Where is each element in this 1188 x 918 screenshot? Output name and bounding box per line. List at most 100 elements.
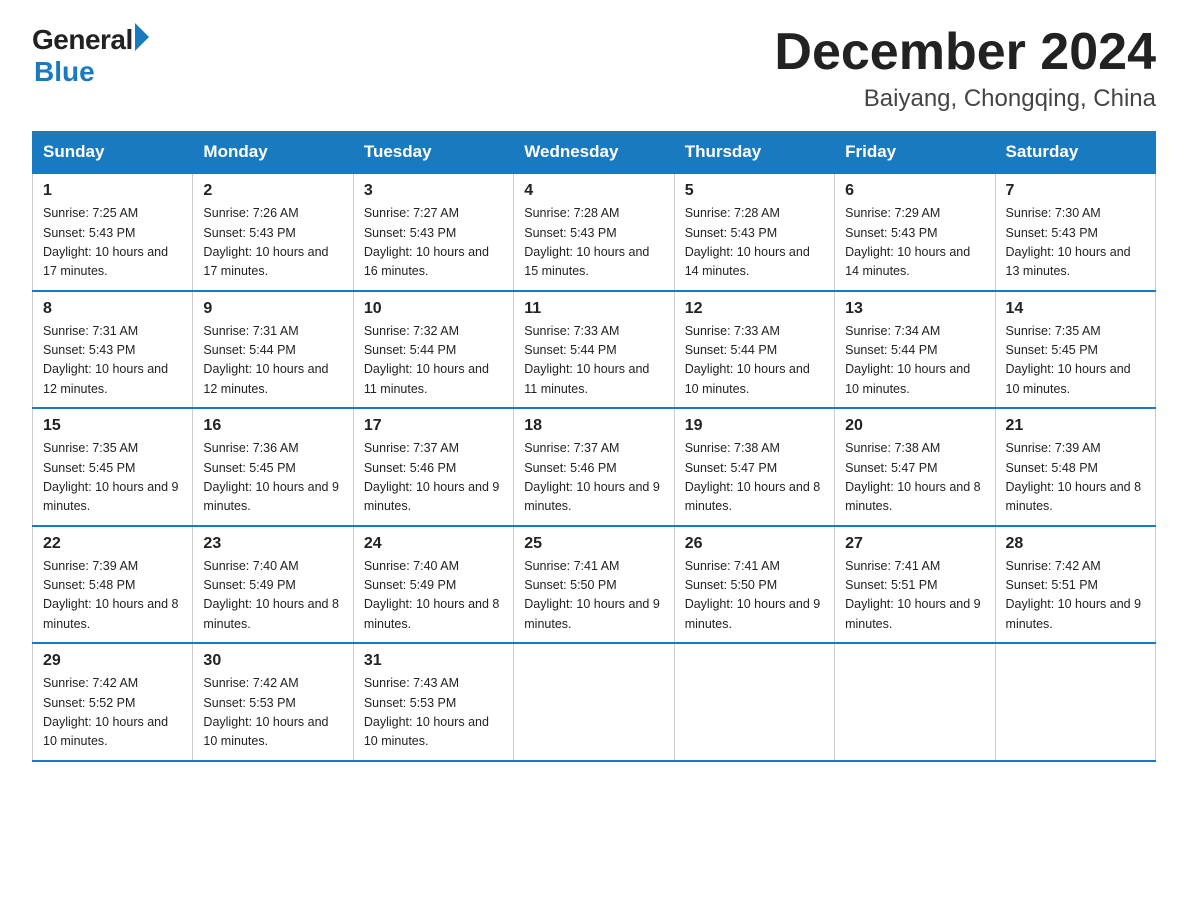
day-info: Sunrise: 7:28 AMSunset: 5:43 PMDaylight:… — [685, 204, 824, 282]
calendar-header-thursday: Thursday — [674, 132, 834, 174]
calendar-day-cell: 7 Sunrise: 7:30 AMSunset: 5:43 PMDaylight… — [995, 173, 1155, 291]
calendar-day-cell: 15 Sunrise: 7:35 AMSunset: 5:45 PMDayligh… — [33, 408, 193, 526]
day-info: Sunrise: 7:37 AMSunset: 5:46 PMDaylight:… — [524, 439, 663, 517]
calendar-table: SundayMondayTuesdayWednesdayThursdayFrid… — [32, 131, 1156, 762]
day-info: Sunrise: 7:32 AMSunset: 5:44 PMDaylight:… — [364, 322, 503, 400]
day-number: 26 — [685, 535, 824, 553]
calendar-day-cell: 24Sunrise: 7:40 AMSunset: 5:49 PMDayligh… — [353, 526, 513, 644]
calendar-day-cell: 14 Sunrise: 7:35 AMSunset: 5:45 PMDayligh… — [995, 291, 1155, 409]
day-info: Sunrise: 7:31 AMSunset: 5:43 PMDaylight:… — [43, 322, 182, 400]
calendar-day-cell: 29 Sunrise: 7:42 AMSunset: 5:52 PMDayligh… — [33, 643, 193, 761]
calendar-day-cell: 6 Sunrise: 7:29 AMSunset: 5:43 PMDaylight… — [835, 173, 995, 291]
logo-triangle-icon — [135, 23, 149, 51]
month-title: December 2024 — [774, 24, 1156, 81]
calendar-day-cell: 16 Sunrise: 7:36 AMSunset: 5:45 PMDayligh… — [193, 408, 353, 526]
calendar-day-cell: 21 Sunrise: 7:39 AMSunset: 5:48 PMDayligh… — [995, 408, 1155, 526]
day-number: 18 — [524, 417, 663, 435]
day-number: 25 — [524, 535, 663, 553]
title-block: December 2024 Baiyang, Chongqing, China — [774, 24, 1156, 113]
day-number: 15 — [43, 417, 182, 435]
day-info: Sunrise: 7:43 AMSunset: 5:53 PMDaylight:… — [364, 674, 503, 752]
day-info: Sunrise: 7:35 AMSunset: 5:45 PMDaylight:… — [43, 439, 182, 517]
calendar-day-cell — [674, 643, 834, 761]
day-number: 12 — [685, 300, 824, 318]
day-number: 22 — [43, 535, 182, 553]
logo-general-text: General — [32, 24, 133, 56]
calendar-day-cell: 27Sunrise: 7:41 AMSunset: 5:51 PMDayligh… — [835, 526, 995, 644]
day-info: Sunrise: 7:41 AMSunset: 5:51 PMDaylight:… — [845, 557, 984, 635]
day-number: 16 — [203, 417, 342, 435]
calendar-day-cell: 17 Sunrise: 7:37 AMSunset: 5:46 PMDayligh… — [353, 408, 513, 526]
day-info: Sunrise: 7:37 AMSunset: 5:46 PMDaylight:… — [364, 439, 503, 517]
day-info: Sunrise: 7:41 AMSunset: 5:50 PMDaylight:… — [524, 557, 663, 635]
calendar-day-cell: 4Sunrise: 7:28 AMSunset: 5:43 PMDaylight… — [514, 173, 674, 291]
day-number: 21 — [1006, 417, 1145, 435]
calendar-day-cell: 20Sunrise: 7:38 AMSunset: 5:47 PMDayligh… — [835, 408, 995, 526]
day-number: 9 — [203, 300, 342, 318]
day-number: 5 — [685, 182, 824, 200]
day-number: 19 — [685, 417, 824, 435]
day-number: 28 — [1006, 535, 1145, 553]
day-info: Sunrise: 7:34 AMSunset: 5:44 PMDaylight:… — [845, 322, 984, 400]
day-number: 31 — [364, 652, 503, 670]
day-info: Sunrise: 7:25 AMSunset: 5:43 PMDaylight:… — [43, 204, 182, 282]
day-number: 6 — [845, 182, 984, 200]
calendar-week-row: 15 Sunrise: 7:35 AMSunset: 5:45 PMDayligh… — [33, 408, 1156, 526]
day-number: 23 — [203, 535, 342, 553]
page-header: General Blue December 2024 Baiyang, Chon… — [32, 24, 1156, 113]
logo-blue-text: Blue — [34, 56, 95, 88]
day-number: 7 — [1006, 182, 1145, 200]
calendar-day-cell — [835, 643, 995, 761]
day-info: Sunrise: 7:41 AMSunset: 5:50 PMDaylight:… — [685, 557, 824, 635]
day-info: Sunrise: 7:35 AMSunset: 5:45 PMDaylight:… — [1006, 322, 1145, 400]
day-info: Sunrise: 7:30 AMSunset: 5:43 PMDaylight:… — [1006, 204, 1145, 282]
day-info: Sunrise: 7:38 AMSunset: 5:47 PMDaylight:… — [685, 439, 824, 517]
day-info: Sunrise: 7:29 AMSunset: 5:43 PMDaylight:… — [845, 204, 984, 282]
day-number: 11 — [524, 300, 663, 318]
day-number: 1 — [43, 182, 182, 200]
day-number: 3 — [364, 182, 503, 200]
day-info: Sunrise: 7:40 AMSunset: 5:49 PMDaylight:… — [203, 557, 342, 635]
day-info: Sunrise: 7:27 AMSunset: 5:43 PMDaylight:… — [364, 204, 503, 282]
day-number: 24 — [364, 535, 503, 553]
calendar-day-cell: 22Sunrise: 7:39 AMSunset: 5:48 PMDayligh… — [33, 526, 193, 644]
calendar-day-cell: 26 Sunrise: 7:41 AMSunset: 5:50 PMDayligh… — [674, 526, 834, 644]
calendar-day-cell: 23 Sunrise: 7:40 AMSunset: 5:49 PMDayligh… — [193, 526, 353, 644]
day-number: 14 — [1006, 300, 1145, 318]
day-number: 4 — [524, 182, 663, 200]
day-info: Sunrise: 7:38 AMSunset: 5:47 PMDaylight:… — [845, 439, 984, 517]
calendar-day-cell: 19 Sunrise: 7:38 AMSunset: 5:47 PMDayligh… — [674, 408, 834, 526]
calendar-day-cell: 28Sunrise: 7:42 AMSunset: 5:51 PMDayligh… — [995, 526, 1155, 644]
calendar-day-cell: 12 Sunrise: 7:33 AMSunset: 5:44 PMDayligh… — [674, 291, 834, 409]
calendar-header-saturday: Saturday — [995, 132, 1155, 174]
day-info: Sunrise: 7:42 AMSunset: 5:52 PMDaylight:… — [43, 674, 182, 752]
calendar-week-row: 22Sunrise: 7:39 AMSunset: 5:48 PMDayligh… — [33, 526, 1156, 644]
day-info: Sunrise: 7:31 AMSunset: 5:44 PMDaylight:… — [203, 322, 342, 400]
day-number: 29 — [43, 652, 182, 670]
day-info: Sunrise: 7:36 AMSunset: 5:45 PMDaylight:… — [203, 439, 342, 517]
day-number: 8 — [43, 300, 182, 318]
location-title: Baiyang, Chongqing, China — [774, 85, 1156, 113]
calendar-week-row: 8 Sunrise: 7:31 AMSunset: 5:43 PMDaylight… — [33, 291, 1156, 409]
day-info: Sunrise: 7:33 AMSunset: 5:44 PMDaylight:… — [685, 322, 824, 400]
calendar-header-sunday: Sunday — [33, 132, 193, 174]
day-number: 30 — [203, 652, 342, 670]
calendar-day-cell: 25 Sunrise: 7:41 AMSunset: 5:50 PMDayligh… — [514, 526, 674, 644]
calendar-day-cell: 13 Sunrise: 7:34 AMSunset: 5:44 PMDayligh… — [835, 291, 995, 409]
calendar-day-cell: 3 Sunrise: 7:27 AMSunset: 5:43 PMDaylight… — [353, 173, 513, 291]
calendar-day-cell: 2 Sunrise: 7:26 AMSunset: 5:43 PMDaylight… — [193, 173, 353, 291]
day-info: Sunrise: 7:26 AMSunset: 5:43 PMDaylight:… — [203, 204, 342, 282]
day-number: 2 — [203, 182, 342, 200]
day-info: Sunrise: 7:33 AMSunset: 5:44 PMDaylight:… — [524, 322, 663, 400]
calendar-day-cell — [995, 643, 1155, 761]
day-number: 13 — [845, 300, 984, 318]
day-info: Sunrise: 7:39 AMSunset: 5:48 PMDaylight:… — [1006, 439, 1145, 517]
calendar-day-cell: 5 Sunrise: 7:28 AMSunset: 5:43 PMDaylight… — [674, 173, 834, 291]
calendar-header-friday: Friday — [835, 132, 995, 174]
calendar-day-cell: 9 Sunrise: 7:31 AMSunset: 5:44 PMDaylight… — [193, 291, 353, 409]
day-number: 17 — [364, 417, 503, 435]
calendar-header-tuesday: Tuesday — [353, 132, 513, 174]
calendar-day-cell: 11 Sunrise: 7:33 AMSunset: 5:44 PMDayligh… — [514, 291, 674, 409]
calendar-day-cell: 18 Sunrise: 7:37 AMSunset: 5:46 PMDayligh… — [514, 408, 674, 526]
calendar-header-wednesday: Wednesday — [514, 132, 674, 174]
